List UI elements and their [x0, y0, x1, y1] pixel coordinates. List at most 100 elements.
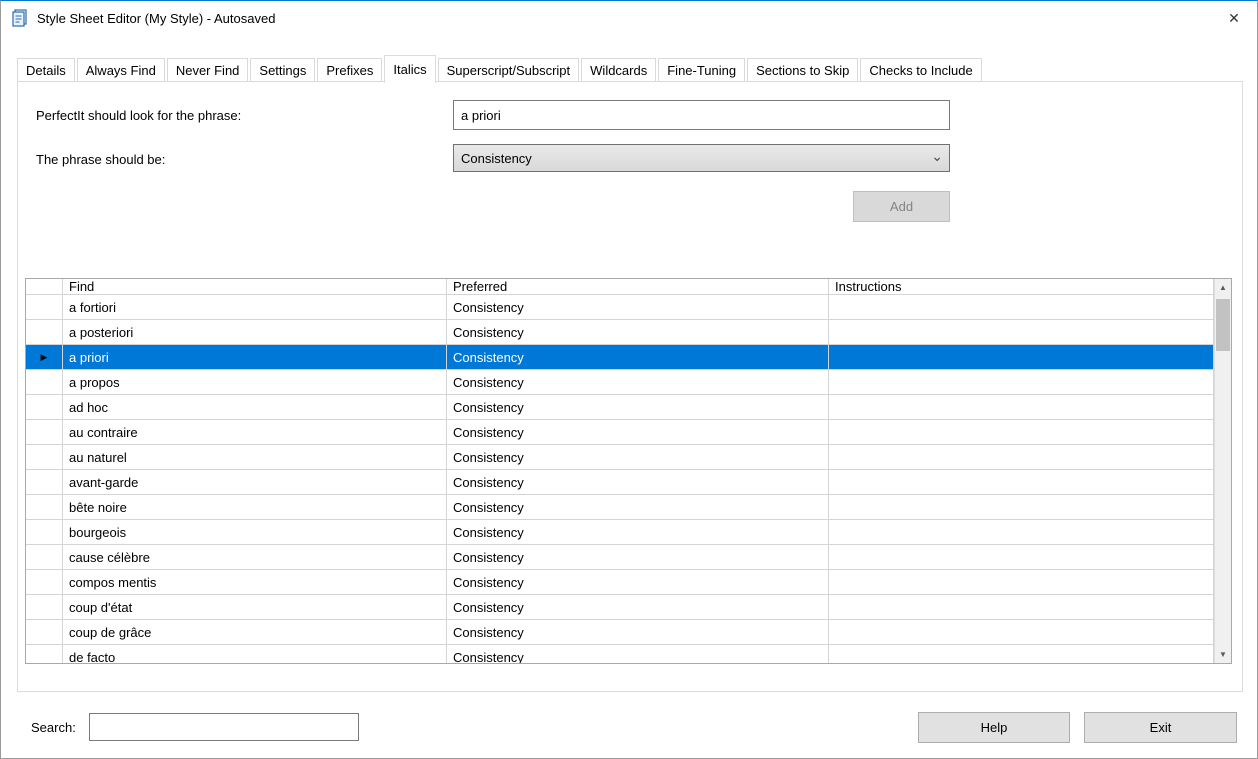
phrase-input[interactable] [453, 100, 950, 130]
cell-instructions[interactable] [829, 645, 1214, 663]
table-row[interactable]: cause célèbreConsistency [26, 545, 1214, 570]
cell-preferred[interactable]: Consistency [447, 545, 829, 569]
cell-instructions[interactable] [829, 345, 1214, 369]
cell-preferred[interactable]: Consistency [447, 445, 829, 469]
table-row[interactable]: compos mentisConsistency [26, 570, 1214, 595]
cell-instructions[interactable] [829, 470, 1214, 494]
scrollbar-thumb[interactable] [1216, 299, 1230, 351]
cell-find[interactable]: ad hoc [63, 395, 447, 419]
table-row[interactable]: de factoConsistency [26, 645, 1214, 663]
row-selector[interactable] [26, 545, 63, 569]
cell-instructions[interactable] [829, 295, 1214, 319]
cell-preferred[interactable]: Consistency [447, 295, 829, 319]
cell-preferred[interactable]: Consistency [447, 595, 829, 619]
cell-preferred[interactable]: Consistency [447, 520, 829, 544]
cell-instructions[interactable] [829, 445, 1214, 469]
row-selector[interactable] [26, 320, 63, 344]
row-selector[interactable] [26, 470, 63, 494]
table-row[interactable]: au contraireConsistency [26, 420, 1214, 445]
cell-instructions[interactable] [829, 620, 1214, 644]
table-row[interactable]: bourgeoisConsistency [26, 520, 1214, 545]
cell-instructions[interactable] [829, 545, 1214, 569]
cell-preferred[interactable]: Consistency [447, 495, 829, 519]
tab-italics[interactable]: Italics [384, 55, 435, 83]
row-selector[interactable] [26, 420, 63, 444]
row-selector[interactable] [26, 295, 63, 319]
row-selector[interactable] [26, 570, 63, 594]
cell-find[interactable]: de facto [63, 645, 447, 663]
cell-preferred[interactable]: Consistency [447, 345, 829, 369]
row-selector[interactable] [26, 520, 63, 544]
row-selector[interactable] [26, 370, 63, 394]
header-instructions[interactable]: Instructions [829, 279, 1214, 294]
cell-find[interactable]: a fortiori [63, 295, 447, 319]
cell-preferred[interactable]: Consistency [447, 395, 829, 419]
cell-instructions[interactable] [829, 395, 1214, 419]
table-row[interactable]: bête noireConsistency [26, 495, 1214, 520]
tab-prefixes[interactable]: Prefixes [317, 58, 382, 82]
tab-wildcards[interactable]: Wildcards [581, 58, 656, 82]
tab-sections-to-skip[interactable]: Sections to Skip [747, 58, 858, 82]
row-selector[interactable] [26, 620, 63, 644]
cell-instructions[interactable] [829, 570, 1214, 594]
table-row[interactable]: a proposConsistency [26, 370, 1214, 395]
row-selector[interactable] [26, 395, 63, 419]
cell-instructions[interactable] [829, 495, 1214, 519]
cell-find[interactable]: a priori [63, 345, 447, 369]
row-selector[interactable] [26, 495, 63, 519]
scroll-up-icon[interactable]: ▲ [1215, 279, 1231, 296]
header-preferred[interactable]: Preferred [447, 279, 829, 294]
table-row[interactable]: ▶a prioriConsistency [26, 345, 1214, 370]
cell-instructions[interactable] [829, 520, 1214, 544]
cell-preferred[interactable]: Consistency [447, 470, 829, 494]
table-row[interactable]: a posterioriConsistency [26, 320, 1214, 345]
cell-preferred[interactable]: Consistency [447, 370, 829, 394]
cell-instructions[interactable] [829, 595, 1214, 619]
exit-button[interactable]: Exit [1084, 712, 1237, 743]
cell-instructions[interactable] [829, 370, 1214, 394]
cell-preferred[interactable]: Consistency [447, 420, 829, 444]
cell-instructions[interactable] [829, 320, 1214, 344]
cell-find[interactable]: a posteriori [63, 320, 447, 344]
cell-find[interactable]: au contraire [63, 420, 447, 444]
table-row[interactable]: coup de grâceConsistency [26, 620, 1214, 645]
cell-find[interactable]: cause célèbre [63, 545, 447, 569]
cell-preferred[interactable]: Consistency [447, 570, 829, 594]
cell-find[interactable]: avant-garde [63, 470, 447, 494]
add-button[interactable]: Add [853, 191, 950, 222]
cell-find[interactable]: coup d'état [63, 595, 447, 619]
tab-fine-tuning[interactable]: Fine-Tuning [658, 58, 745, 82]
search-input[interactable] [89, 713, 359, 741]
tab-never-find[interactable]: Never Find [167, 58, 249, 82]
cell-find[interactable]: compos mentis [63, 570, 447, 594]
help-button[interactable]: Help [918, 712, 1070, 743]
table-row[interactable]: avant-gardeConsistency [26, 470, 1214, 495]
tab-always-find[interactable]: Always Find [77, 58, 165, 82]
cell-find[interactable]: a propos [63, 370, 447, 394]
tab-checks-to-include[interactable]: Checks to Include [860, 58, 981, 82]
cell-find[interactable]: bourgeois [63, 520, 447, 544]
table-scrollbar[interactable]: ▲ ▼ [1214, 279, 1231, 663]
table-row[interactable]: a fortioriConsistency [26, 295, 1214, 320]
table-row[interactable]: au naturelConsistency [26, 445, 1214, 470]
table-row[interactable]: coup d'étatConsistency [26, 595, 1214, 620]
tab-superscript-subscript[interactable]: Superscript/Subscript [438, 58, 580, 82]
row-selector[interactable] [26, 645, 63, 663]
close-button[interactable]: ✕ [1211, 2, 1257, 34]
cell-find[interactable]: coup de grâce [63, 620, 447, 644]
row-selector[interactable] [26, 595, 63, 619]
header-find[interactable]: Find [63, 279, 447, 294]
tab-details[interactable]: Details [17, 58, 75, 82]
table-row[interactable]: ad hocConsistency [26, 395, 1214, 420]
tab-settings[interactable]: Settings [250, 58, 315, 82]
phrase-type-dropdown[interactable]: Consistency ⌄ [453, 144, 950, 172]
scroll-down-icon[interactable]: ▼ [1215, 646, 1231, 663]
cell-preferred[interactable]: Consistency [447, 320, 829, 344]
row-selector[interactable] [26, 445, 63, 469]
cell-find[interactable]: bête noire [63, 495, 447, 519]
row-selector[interactable]: ▶ [26, 345, 63, 369]
cell-preferred[interactable]: Consistency [447, 620, 829, 644]
cell-preferred[interactable]: Consistency [447, 645, 829, 663]
cell-find[interactable]: au naturel [63, 445, 447, 469]
cell-instructions[interactable] [829, 420, 1214, 444]
